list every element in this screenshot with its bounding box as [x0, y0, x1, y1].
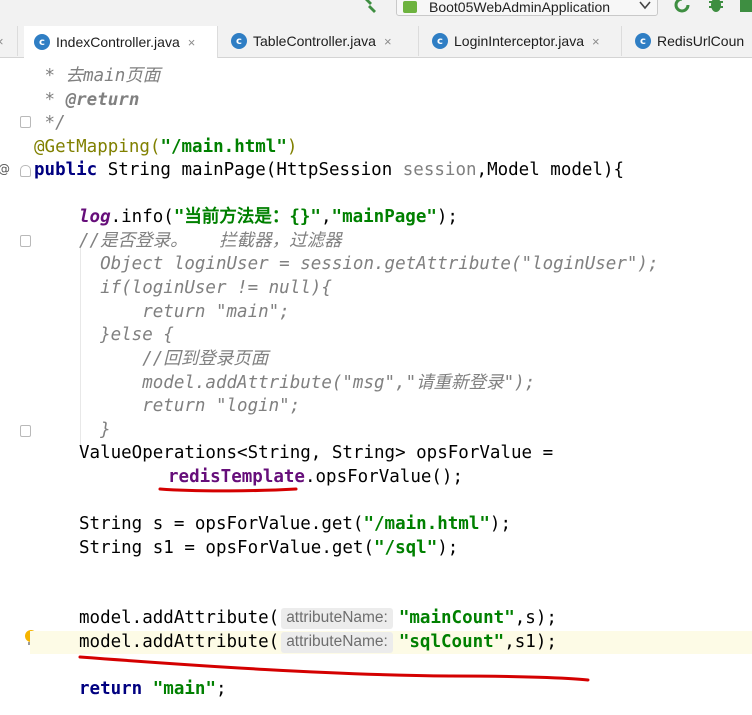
fold-marker[interactable] [20, 116, 31, 128]
code-line: return "login"; [79, 396, 301, 416]
code-line: return "main"; [79, 302, 290, 322]
hammer-icon[interactable] [358, 0, 380, 14]
code-line: redisTemplate.opsForValue(); [168, 467, 464, 487]
close-icon[interactable]: × [592, 34, 600, 49]
code-line: //回到登录页面 [79, 349, 269, 369]
chevron-down-icon [639, 1, 651, 10]
fold-marker[interactable] [20, 235, 31, 247]
code-editor[interactable]: @ * 去main页面 * @return */ @GetMapping("/m… [0, 59, 752, 715]
tab-logininterceptor[interactable]: c LoginInterceptor.java × [422, 26, 622, 56]
code-line: model.addAttribute("msg","请重新登录"); [79, 373, 536, 393]
run-configuration-label: Boot05WebAdminApplication [429, 0, 611, 15]
tab-label: LoginInterceptor.java [454, 33, 584, 49]
code-line: ValueOperations<String, String> opsForVa… [79, 443, 554, 463]
tab-label: TableController.java [253, 33, 376, 49]
java-class-icon: c [432, 33, 448, 49]
code-line: if(loginUser != null){ [79, 278, 332, 298]
bean-marker-icon[interactable]: @ [0, 162, 10, 176]
tab-indexcontroller[interactable]: c IndexController.java × [24, 26, 218, 58]
code-line: //是否登录。 拦截器，过滤器 [79, 231, 342, 251]
code-line: Object loginUser = session.getAttribute(… [79, 254, 659, 274]
tab-label: IndexController.java [56, 34, 180, 50]
code-line: } [79, 420, 111, 440]
code-line: log.info("当前方法是：{}","mainPage"); [79, 207, 458, 227]
code-line: */ [34, 113, 66, 133]
main-toolbar: Boot05WebAdminApplication [0, 0, 752, 20]
debug-bug-icon[interactable] [706, 0, 726, 14]
code-line: @GetMapping("/main.html") [34, 137, 298, 157]
run-configuration-selector[interactable]: Boot05WebAdminApplication [396, 0, 658, 16]
code-line: }else { [79, 325, 174, 345]
code-line: * @return [34, 90, 140, 110]
editor-tab-bar: × c IndexController.java × c TableContro… [0, 20, 752, 58]
parameter-hint: attributeName: [281, 608, 393, 629]
tab-redisurlcount[interactable]: c RedisUrlCoun [625, 26, 752, 56]
close-icon[interactable]: × [384, 34, 392, 49]
tab-overflow-close[interactable]: × [0, 26, 18, 56]
editor-gutter: @ [0, 59, 37, 715]
fold-marker[interactable] [20, 165, 31, 177]
coverage-icon[interactable] [738, 0, 752, 14]
tab-label: RedisUrlCoun [657, 33, 745, 49]
code-line: String s = opsForValue.get("/main.html")… [79, 514, 511, 534]
rerun-icon[interactable] [672, 0, 692, 14]
code-line: return "main"; [79, 679, 227, 699]
code-line: model.addAttribute(attributeName: "mainCo… [79, 608, 557, 629]
close-icon[interactable]: × [0, 34, 4, 49]
code-line: public String mainPage(HttpSession sessi… [34, 160, 625, 180]
java-class-icon: c [231, 33, 247, 49]
code-line: * 去main页面 [34, 66, 161, 86]
parameter-hint: attributeName: [281, 632, 393, 653]
code-line: String s1 = opsForValue.get("/sql"); [79, 538, 459, 558]
close-icon[interactable]: × [188, 35, 196, 50]
java-class-icon: c [34, 34, 50, 50]
code-line-current: model.addAttribute(attributeName: "sqlCou… [79, 632, 557, 653]
java-class-icon: c [635, 33, 651, 49]
fold-marker[interactable] [20, 425, 31, 437]
tab-tablecontroller[interactable]: c TableController.java × [221, 26, 419, 56]
spring-boot-icon [403, 1, 417, 13]
